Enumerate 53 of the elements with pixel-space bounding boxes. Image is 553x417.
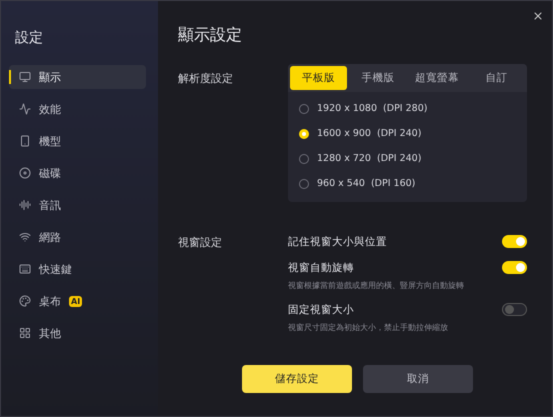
resolution-tab[interactable]: 手機版 [349,66,406,90]
toggle-switch[interactable] [502,303,527,316]
sidebar-item[interactable]: 磁碟 [9,161,146,185]
palette-icon [19,295,31,307]
sidebar-item-label: 機型 [39,134,61,148]
resolution-tab[interactable]: 平板版 [290,66,348,90]
sidebar-item-label: 磁碟 [39,166,61,180]
radio-label: 1600 x 900 (DPI 240) [317,128,422,139]
sidebar-item[interactable]: 網路 [9,225,146,249]
radio-button[interactable] [299,178,309,188]
setting-description: 視窗根據當前遊戲或應用的橫、豎屏方向自動旋轉 [288,280,464,291]
radio-button[interactable] [299,104,309,114]
pulse-icon [19,103,31,115]
sidebar-item-label: 快速鍵 [39,262,72,276]
audio-icon [19,199,31,211]
toggle-switch[interactable] [502,235,527,248]
sidebar-item[interactable]: 機型 [9,129,146,153]
radio-label: 1280 x 720 (DPI 240) [317,153,422,164]
setting-description: 視窗尺寸固定為初始大小，禁止手動拉伸縮放 [288,322,448,333]
sidebar-item-label: 桌布 [39,294,61,308]
sidebar-item-label: 顯示 [39,70,61,84]
resolution-tab[interactable]: 超寬螢幕 [408,66,466,90]
setting-title: 記住視窗大小與位置 [288,235,387,249]
sidebar-item[interactable]: 快速鍵 [9,257,146,281]
sidebar-item-label: 網路 [39,230,61,244]
disc-icon [19,167,31,179]
sidebar-item-label: 其他 [39,326,61,340]
close-button[interactable] [532,10,544,22]
sidebar-item[interactable]: 其他 [9,321,146,345]
setting-title: 固定視窗大小 [288,303,355,317]
sidebar-item[interactable]: 效能 [9,97,146,121]
phone-icon [19,135,31,147]
radio-label: 1920 x 1080 (DPI 280) [317,103,428,114]
sidebar-item[interactable]: 桌布 AI [9,289,146,313]
sidebar-item[interactable]: 音訊 [9,193,146,217]
radio-label: 960 x 540 (DPI 160) [317,178,416,189]
section-label: 視窗設定 [178,235,223,251]
sidebar-item-label: 效能 [39,102,61,116]
monitor-icon [19,71,31,83]
setting-title: 視窗自動旋轉 [288,261,355,275]
resolution-tab[interactable]: 自訂 [468,66,525,90]
toggle-switch[interactable] [502,261,527,274]
section-label: 解析度設定 [178,71,234,87]
cancel-button[interactable]: 取消 [363,365,473,393]
radio-button[interactable] [299,154,309,164]
sidebar-title: 設定 [15,29,44,47]
page-title: 顯示設定 [178,25,243,46]
grid-icon [19,327,31,339]
keyboard-icon [19,263,31,275]
sidebar-item[interactable]: 顯示 [9,65,146,89]
save-button[interactable]: 儲存設定 [242,365,352,393]
sidebar-item-label: 音訊 [39,198,61,212]
ai-badge: AI [69,296,82,306]
